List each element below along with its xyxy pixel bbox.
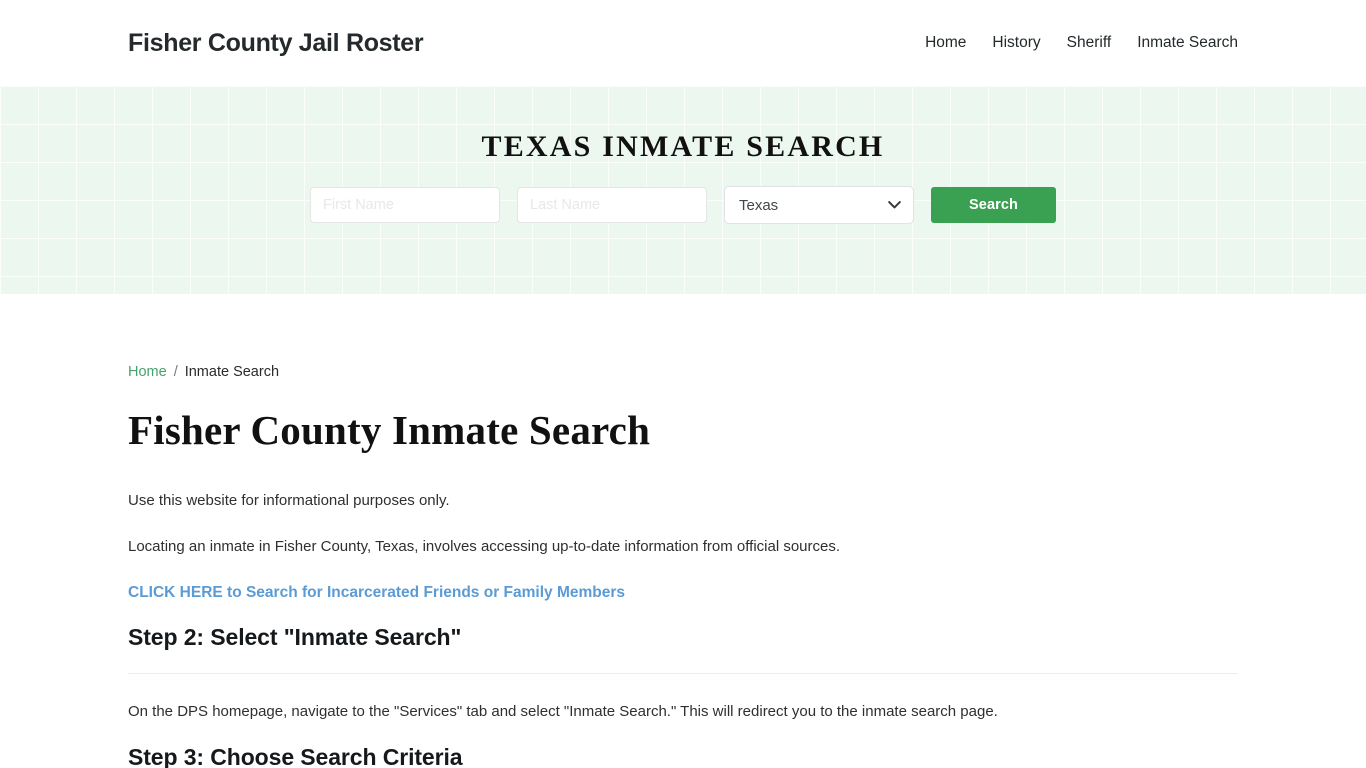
nav-item-history[interactable]: History [992, 34, 1040, 52]
site-brand-logo[interactable]: Fisher County Jail Roster [128, 29, 424, 58]
inmate-search-form: Texas Search [310, 186, 1056, 224]
main-navigation: Home History Sheriff Inmate Search [925, 34, 1238, 52]
page-title: Fisher County Inmate Search [128, 407, 651, 453]
nav-item-inmate-search[interactable]: Inmate Search [1137, 34, 1238, 52]
step-3-heading: Step 3: Choose Search Criteria [128, 743, 463, 768]
state-select-wrapper: Texas [724, 186, 914, 224]
state-select[interactable]: Texas [724, 186, 914, 224]
breadcrumb-separator: / [173, 364, 178, 380]
nav-item-sheriff[interactable]: Sheriff [1067, 34, 1112, 52]
hero-title: TEXAS INMATE SEARCH [481, 130, 885, 163]
intro-paragraph-2: Locating an inmate in Fisher County, Tex… [128, 538, 841, 556]
step-2-heading: Step 2: Select "Inmate Search" [128, 623, 462, 650]
intro-paragraph-1: Use this website for informational purpo… [128, 492, 450, 509]
nav-item-home[interactable]: Home [925, 34, 966, 52]
main-content: Home / Inmate Search Fisher County Inmat… [0, 364, 1366, 768]
breadcrumb-current: Inmate Search [184, 364, 280, 380]
last-name-input[interactable] [517, 187, 707, 223]
site-header: Fisher County Jail Roster Home History S… [0, 0, 1366, 86]
hero-search-banner: TEXAS INMATE SEARCH Texas Search [0, 86, 1366, 294]
step-2-paragraph: On the DPS homepage, navigate to the "Se… [128, 702, 998, 720]
breadcrumb: Home / Inmate Search [128, 364, 1238, 380]
cta-search-link[interactable]: CLICK HERE to Search for Incarcerated Fr… [128, 584, 625, 602]
section-divider [128, 672, 1238, 674]
search-button[interactable]: Search [931, 187, 1056, 223]
first-name-input[interactable] [310, 187, 500, 223]
breadcrumb-link-home[interactable]: Home [128, 364, 167, 380]
